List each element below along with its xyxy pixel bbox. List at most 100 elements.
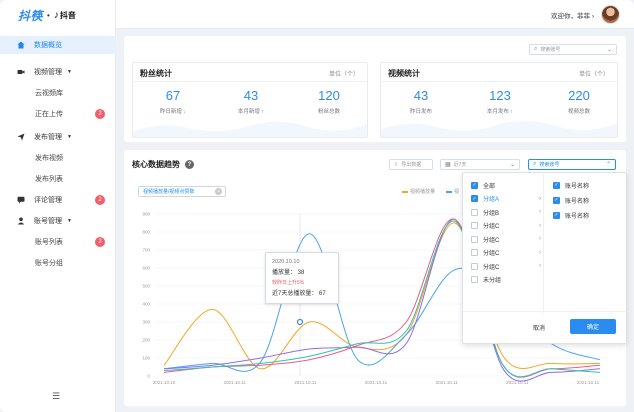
account-option-label: 账号名称	[565, 198, 590, 205]
logo-separator: •	[47, 10, 50, 20]
count-badge: 2	[95, 237, 105, 247]
brand-logo: 抖筷	[18, 8, 44, 23]
checkbox[interactable]: ✓	[553, 181, 560, 189]
fans-stats-card: 粉丝统计 单位（个） 67 昨日新增 ↓ 43 本月新增 ↑ 120 粉丝总数	[132, 62, 368, 138]
group-option[interactable]: 分组C ›	[471, 220, 541, 232]
top-header: 欢迎你，菲菲 ›	[116, 0, 634, 29]
chevron-down-icon: ⌄	[606, 47, 612, 53]
account-option[interactable]: ✓ 账号名称	[553, 209, 623, 221]
caret-down-icon: ▼	[67, 134, 72, 140]
group-option[interactable]: ✓ 分组A ›	[471, 193, 541, 205]
sidebar-item-publish-manage[interactable]: 发布管理 ▼	[0, 128, 116, 146]
stat-total-videos: 220 视频总数	[539, 88, 617, 115]
card-title: 粉丝统计	[140, 69, 172, 78]
cancel-button[interactable]: 取消	[533, 323, 545, 332]
y-tick-label: 500	[142, 284, 150, 289]
sidebar-item-account-manage[interactable]: 账号管理 ▼	[0, 212, 116, 230]
tooltip-week-total: 近7天总播放量： 67	[272, 290, 326, 297]
account-search-select[interactable]: ⌕ 搜索账号 ⌄	[529, 44, 617, 55]
x-tick-label: 2021.10.11	[436, 380, 459, 385]
stat-yesterday-new-fans: 67 昨日新增 ↓	[133, 88, 213, 115]
checkbox[interactable]	[471, 208, 478, 216]
caret-down-icon: ▼	[67, 218, 72, 224]
checkbox[interactable]	[471, 249, 478, 256]
chevron-right-icon: ›	[539, 222, 541, 229]
chevron-right-icon: ›	[539, 236, 541, 242]
confirm-button[interactable]: 确定	[570, 319, 616, 334]
welcome-menu[interactable]: 欢迎你，菲菲 ›	[551, 10, 594, 20]
arrow-down-icon: ↓	[183, 109, 187, 115]
checkbox[interactable]	[471, 235, 478, 243]
user-icon	[17, 217, 25, 225]
x-tick-label: 2021.10.11	[294, 380, 317, 385]
sidebar-item-account-groups[interactable]: 账号分组	[0, 254, 116, 272]
checkbox[interactable]: ✓	[553, 211, 560, 219]
group-option[interactable]: ✓ 全部	[471, 179, 541, 191]
group-option-label: 分组C	[483, 224, 500, 230]
y-tick-label: 100	[142, 356, 150, 361]
divider	[133, 81, 367, 82]
checkbox[interactable]	[471, 262, 478, 270]
sidebar-item-publish-video[interactable]: 发布视频	[0, 149, 116, 167]
send-icon	[17, 133, 25, 141]
group-option[interactable]: 分组B ›	[471, 206, 541, 218]
stats-panel: ⌕ 搜索账号 ⌄ 粉丝统计 单位（个） 67 昨日新增 ↓ 43 本月新增 ↑ …	[124, 36, 626, 142]
stat-month-new-fans: 43 本月新增 ↑	[211, 88, 291, 115]
sidebar-item-comments[interactable]: 评论管理 2	[0, 191, 116, 209]
highlight-point[interactable]	[296, 318, 304, 326]
checkbox[interactable]: ✓	[553, 196, 560, 204]
checkbox[interactable]	[471, 276, 478, 283]
group-option-label: 分组C	[483, 251, 500, 257]
y-tick-label: 900	[142, 212, 150, 217]
sidebar-item-publish-list[interactable]: 发布列表	[0, 170, 116, 188]
group-option-label: 分组C	[483, 264, 500, 271]
stat-label: 视频总数	[567, 109, 590, 115]
group-option-label: 全部	[483, 183, 496, 190]
account-group-dropdown: ✓ 全部 ✓ 分组A › 分组B › 分组C › 分组C › 分组C › 分组C › 未分组 ✓ 账号名称 ✓ 账号…	[462, 172, 627, 344]
sidebar-item-label: 评论管理	[34, 197, 62, 204]
checkbox[interactable]: ✓	[471, 181, 478, 189]
caret-down-icon: ▼	[67, 69, 72, 75]
group-option[interactable]: 未分组	[471, 274, 541, 286]
dropdown-footer: 取消 确定	[463, 311, 626, 343]
group-option[interactable]: 分组C ›	[471, 247, 541, 259]
y-tick-label: 300	[142, 320, 150, 325]
sidebar-item-uploading[interactable]: 正在上传 2	[0, 105, 116, 123]
sidebar-item-video-manage[interactable]: 视频管理 ▼	[0, 63, 116, 81]
y-tick-label: 600	[142, 266, 150, 271]
y-tick-label: 200	[142, 338, 150, 343]
account-option[interactable]: ✓ 账号名称	[553, 194, 623, 206]
tiktok-logo: ♪ 抖音	[54, 10, 76, 21]
checkbox[interactable]: ✓	[471, 195, 478, 202]
group-option[interactable]: 分组C ›	[471, 233, 541, 245]
chart-tooltip: 2020.10.10 播放量： 38 较昨日上升5% 近7天总播放量： 67	[265, 252, 339, 304]
stat-value: 43	[413, 88, 429, 103]
group-option-label: 分组B	[483, 210, 500, 217]
account-option-label: 账号名称	[565, 213, 590, 220]
home-icon	[17, 41, 25, 49]
stat-value: 120	[318, 88, 340, 103]
sidebar-item-label: 发布管理	[34, 134, 62, 141]
stat-total-fans: 120 粉丝总数	[289, 88, 367, 115]
account-option[interactable]: ✓ 账号名称	[553, 179, 623, 191]
group-option-label: 未分组	[483, 278, 502, 284]
avatar[interactable]	[601, 5, 620, 24]
stat-label: 粉丝总数	[317, 109, 340, 115]
group-list: ✓ 全部 ✓ 分组A › 分组B › 分组C › 分组C › 分组C › 分组C › 未分组	[463, 173, 544, 313]
sidebar-item-label: 数据概览	[34, 42, 62, 49]
sidebar-item-label: 云视频库	[35, 90, 63, 97]
group-option[interactable]: 分组C ›	[471, 260, 541, 272]
x-tick-label: 2021.10.11	[224, 380, 247, 385]
sidebar: 抖筷 • ♪ 抖音 数据概览 视频管理 ▼ 云视频库 正在上传 2 发布管理 ▼…	[0, 0, 116, 412]
sidebar-item-cloud-library[interactable]: 云视频库	[0, 84, 116, 102]
comment-icon	[17, 196, 25, 204]
y-tick-label: 700	[142, 248, 150, 253]
sidebar-item-account-list[interactable]: 账号列表 2	[0, 233, 116, 251]
collapse-menu-icon[interactable]: ☰	[52, 391, 60, 402]
stat-value: 67	[165, 88, 181, 103]
card-unit: 单位（个）	[328, 72, 359, 78]
divider	[381, 81, 617, 82]
checkbox[interactable]	[471, 222, 478, 229]
sidebar-item-overview[interactable]: 数据概览	[0, 36, 116, 54]
x-tick-label: 2021.10.10	[153, 380, 176, 385]
